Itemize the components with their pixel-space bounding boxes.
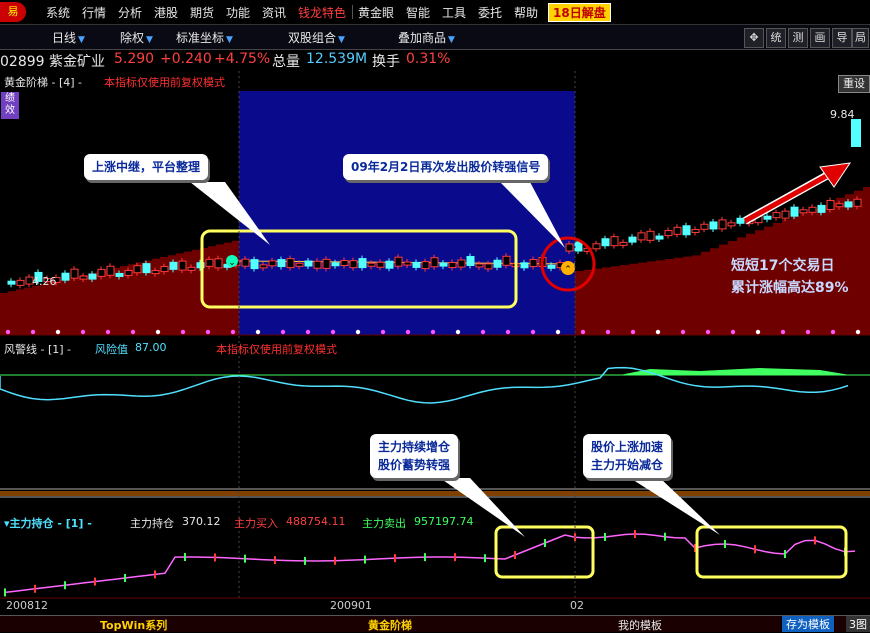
performance-tag[interactable]: 绩效 [1, 92, 19, 119]
graphs-button[interactable]: 3图 [846, 616, 870, 632]
callout-tails [190, 182, 720, 537]
callout-tail [190, 182, 270, 245]
high-price-label: 9.84 [830, 108, 855, 121]
date-label: 200901 [330, 599, 372, 612]
callout-distribution-line1: 股价上涨加速 [591, 440, 664, 454]
risk-value: 87.00 [135, 341, 167, 354]
callout-distribution-line2: 主力开始减仓 [591, 458, 664, 472]
callout-accumulation-line1: 主力持续增仓 [378, 440, 451, 454]
buy-value: 488754.11 [286, 515, 346, 528]
risk-note: 本指标仅使用前复权模式 [216, 343, 337, 356]
hold-label: 主力持仓 [130, 517, 174, 530]
save-template-button[interactable]: 存为模板 [782, 616, 834, 632]
callout-tail [440, 478, 525, 537]
callout-tail [630, 478, 720, 535]
callout-accumulation: 主力持续增仓 股价蓄势转强 [370, 434, 459, 478]
indicator-note: 本指标仅使用前复权模式 [104, 76, 225, 89]
date-label: 200812 [6, 599, 48, 612]
date-label: 02 [570, 599, 584, 612]
hold-panel-title[interactable]: ▾主力持仓 - [1] - [4, 515, 92, 531]
low-price-label: 4.26 [32, 275, 57, 288]
risk-label: 风险值 [95, 343, 128, 356]
callout-distribution: 股价上涨加速 主力开始减仓 [583, 434, 672, 478]
buy-label: 主力买入 [234, 517, 278, 530]
risk-panel-title: 风警线 - [1] - [4, 343, 72, 356]
gain-annotation-line2: 累计涨幅高达89% [731, 280, 849, 296]
callout-signal: 09年2月2日再次发出股价转强信号 [343, 154, 549, 180]
gain-annotation-line1: 短短17个交易日 [731, 258, 835, 274]
callout-tail [500, 182, 565, 248]
sell-value: 957197.74 [414, 515, 474, 528]
hold-value: 370.12 [182, 515, 221, 528]
bottom-tab-bar: TopWin系列 黄金阶梯 我的模板 存为模板 3图 [0, 615, 870, 632]
callout-consolidation: 上涨中继，平台整理 [84, 154, 209, 180]
gain-annotation: 短短17个交易日 累计涨幅高达89% [731, 255, 849, 299]
sell-label: 主力卖出 [362, 517, 406, 530]
reset-button[interactable]: 重设 [838, 75, 870, 93]
callout-accumulation-line2: 股价蓄势转强 [378, 458, 451, 472]
indicator-title: 黄金阶梯 - [4] - [4, 76, 83, 89]
